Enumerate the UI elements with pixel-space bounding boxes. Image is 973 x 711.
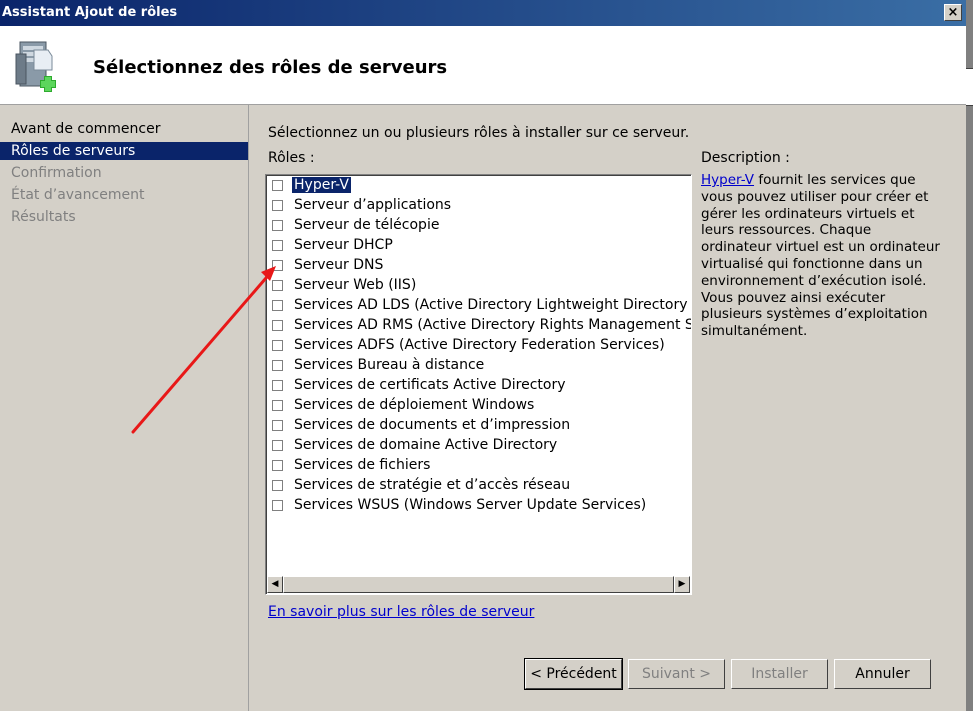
wizard-steps-sidebar: Avant de commencer Rôles de serveurs Con… xyxy=(0,105,248,711)
role-item-serveur-applications[interactable]: Serveur d’applications xyxy=(272,195,453,215)
description-body: fournit les services que vous pouvez uti… xyxy=(701,172,940,340)
role-checkbox[interactable] xyxy=(272,259,283,271)
next-button: Suivant > xyxy=(628,659,725,689)
previous-button[interactable]: < Précédent xyxy=(524,658,623,690)
role-item-documents-impression[interactable]: Services de documents et d’impression xyxy=(272,415,572,435)
step-avant-de-commencer[interactable]: Avant de commencer xyxy=(11,120,160,138)
role-checkbox[interactable] xyxy=(272,359,283,371)
install-button: Installer xyxy=(731,659,828,689)
role-checkbox[interactable] xyxy=(272,279,283,291)
step-resultats: Résultats xyxy=(11,209,76,225)
step-roles-de-serveurs[interactable]: Rôles de serveurs xyxy=(0,142,248,160)
instruction-text: Sélectionnez un ou plusieurs rôles à ins… xyxy=(268,125,690,141)
role-checkbox[interactable] xyxy=(272,239,283,251)
role-item-adfs[interactable]: Services ADFS (Active Directory Federati… xyxy=(272,335,667,355)
role-checkbox[interactable] xyxy=(272,319,283,331)
role-label: Serveur d’applications xyxy=(294,197,452,213)
role-label: Services ADFS (Active Directory Federati… xyxy=(294,337,665,353)
role-checkbox[interactable] xyxy=(272,479,283,491)
role-checkbox[interactable] xyxy=(272,339,283,351)
role-item-serveur-dhcp[interactable]: Serveur DHCP xyxy=(272,235,395,255)
description-title: Description : xyxy=(701,150,790,166)
role-label: Serveur Web (IIS) xyxy=(294,277,417,293)
role-item-strategie-acces-reseau[interactable]: Services de stratégie et d’accès réseau xyxy=(272,475,572,495)
role-checkbox[interactable] xyxy=(272,379,283,391)
role-checkbox[interactable] xyxy=(272,439,283,451)
role-label: Serveur DNS xyxy=(294,257,384,273)
role-checkbox[interactable] xyxy=(272,219,283,231)
description-text: Hyper-V fournit les services que vous po… xyxy=(701,172,941,340)
role-item-bureau-distance[interactable]: Services Bureau à distance xyxy=(272,355,486,375)
role-label: Services de certificats Active Directory xyxy=(294,377,566,393)
scroll-right-button[interactable]: ▶ xyxy=(674,576,690,593)
role-item-wsus[interactable]: Services WSUS (Windows Server Update Ser… xyxy=(272,495,648,515)
role-label: Serveur DHCP xyxy=(294,237,393,253)
main-panel: Sélectionnez un ou plusieurs rôles à ins… xyxy=(249,105,966,711)
description-link-hyper-v[interactable]: Hyper-V xyxy=(701,172,754,188)
server-add-icon xyxy=(15,41,56,92)
page-title: Sélectionnez des rôles de serveurs xyxy=(93,57,448,78)
role-checkbox[interactable] xyxy=(272,299,283,311)
role-checkbox[interactable] xyxy=(272,419,283,431)
learn-more-link[interactable]: En savoir plus sur les rôles de serveur xyxy=(268,604,534,620)
role-label: Services de stratégie et d’accès réseau xyxy=(294,477,571,493)
scroll-thumb[interactable] xyxy=(283,576,674,593)
step-etat-avancement: État d’avancement xyxy=(11,187,145,203)
role-checkbox[interactable] xyxy=(272,199,283,211)
step-confirmation: Confirmation xyxy=(11,165,102,181)
role-label: Services WSUS (Windows Server Update Ser… xyxy=(294,497,647,513)
role-label: Services de documents et d’impression xyxy=(294,417,571,433)
role-checkbox[interactable] xyxy=(272,399,283,411)
role-label: Services AD RMS (Active Directory Rights… xyxy=(294,317,691,333)
role-item-ad-rms[interactable]: Services AD RMS (Active Directory Rights… xyxy=(272,315,691,335)
role-label: Serveur de télécopie xyxy=(294,217,440,233)
roles-listbox[interactable]: Hyper-V Serveur d’applications Serveur d… xyxy=(265,174,692,595)
role-item-hyper-v[interactable]: Hyper-V xyxy=(272,175,351,195)
role-checkbox[interactable] xyxy=(272,459,283,471)
title-bar: Assistant Ajout de rôles × xyxy=(0,0,966,26)
role-item-serveur-web-iis[interactable]: Serveur Web (IIS) xyxy=(272,275,418,295)
cancel-button[interactable]: Annuler xyxy=(834,659,931,689)
scroll-left-button[interactable]: ◀ xyxy=(267,576,283,593)
role-item-ad-lds[interactable]: Services AD LDS (Active Directory Lightw… xyxy=(272,295,691,315)
role-item-serveur-dns[interactable]: Serveur DNS xyxy=(272,255,385,275)
role-checkbox[interactable] xyxy=(272,179,283,191)
role-label: Services de déploiement Windows xyxy=(294,397,535,413)
role-label: Services AD LDS (Active Directory Lightw… xyxy=(294,297,691,313)
role-item-deploiement-windows[interactable]: Services de déploiement Windows xyxy=(272,395,536,415)
role-label: Hyper-V xyxy=(292,177,351,193)
horizontal-scrollbar[interactable]: ◀ ▶ xyxy=(267,576,690,593)
role-item-fichiers[interactable]: Services de fichiers xyxy=(272,455,432,475)
role-item-certificats-ad[interactable]: Services de certificats Active Directory xyxy=(272,375,568,395)
role-label: Services de fichiers xyxy=(294,457,431,473)
close-button[interactable]: × xyxy=(944,4,962,21)
window-title: Assistant Ajout de rôles xyxy=(2,5,178,20)
role-label: Services Bureau à distance xyxy=(294,357,485,373)
role-checkbox[interactable] xyxy=(272,499,283,511)
role-item-serveur-telecopie[interactable]: Serveur de télécopie xyxy=(272,215,441,235)
edge-notch xyxy=(966,68,973,106)
roles-label: Rôles : xyxy=(268,150,315,166)
role-label: Services de domaine Active Directory xyxy=(294,437,558,453)
role-item-domaine-ad[interactable]: Services de domaine Active Directory xyxy=(272,435,559,455)
window-edge xyxy=(966,0,973,711)
wizard-header: Sélectionnez des rôles de serveurs xyxy=(0,26,966,105)
